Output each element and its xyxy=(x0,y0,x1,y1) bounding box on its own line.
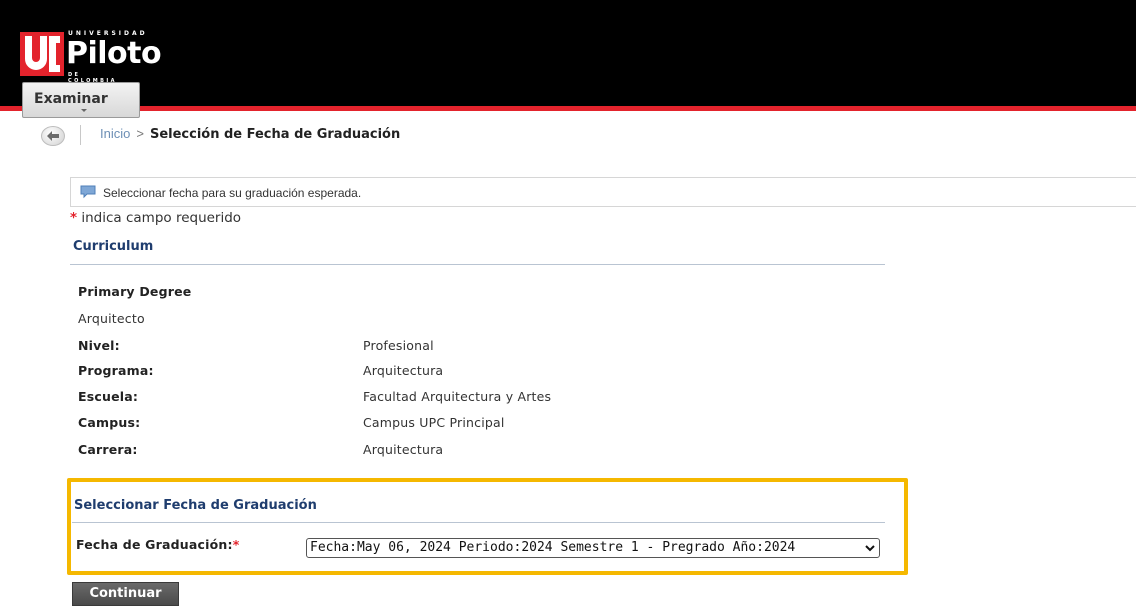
curriculum-value-nivel: Profesional xyxy=(363,338,434,353)
curriculum-divider xyxy=(70,264,885,265)
graduation-highlight-box xyxy=(67,478,908,575)
curriculum-label-carrera: Carrera: xyxy=(78,442,138,457)
breadcrumb-separator: > xyxy=(136,126,144,141)
required-note: * indica campo requerido xyxy=(70,210,241,226)
page-title: Selección de Fecha de Graduación xyxy=(149,127,401,142)
header-bar xyxy=(0,0,1136,106)
required-star: * xyxy=(232,537,240,552)
curriculum-label-campus: Campus: xyxy=(78,415,141,430)
breadcrumb-home-link[interactable]: Inicio xyxy=(100,126,130,141)
curriculum-heading: Curriculum xyxy=(73,239,154,254)
graduation-divider xyxy=(72,522,885,523)
examinar-label: Examinar xyxy=(34,91,108,107)
breadcrumb: Inicio > Selección de Fecha de Graduación xyxy=(100,126,400,142)
required-note-text: indica campo requerido xyxy=(81,210,242,226)
examinar-menu-button[interactable]: Examinar xyxy=(22,82,140,118)
chevron-down-icon xyxy=(81,109,87,112)
curriculum-label-escuela: Escuela: xyxy=(78,389,139,404)
curriculum-value-escuela: Facultad Arquitectura y Artes xyxy=(363,389,552,404)
info-message-box: Seleccionar fecha para su graduación esp… xyxy=(70,177,1136,207)
back-arrow-icon xyxy=(47,131,59,141)
graduation-date-selected-option: Fecha:May 06, 2024 Periodo:2024 Semestre… xyxy=(310,540,796,555)
curriculum-label-programa: Programa: xyxy=(78,363,154,378)
curriculum-value-campus: Campus UPC Principal xyxy=(363,415,505,430)
curriculum-label-nivel: Nivel: xyxy=(78,338,120,353)
back-button[interactable] xyxy=(41,126,65,146)
logo-name: Piloto xyxy=(66,36,162,71)
primary-degree-heading: Primary Degree xyxy=(78,284,192,299)
chevron-down-icon xyxy=(865,545,875,552)
continue-button[interactable]: Continuar xyxy=(72,582,179,606)
breadcrumb-divider xyxy=(80,125,81,145)
required-star: * xyxy=(70,210,78,226)
message-icon xyxy=(80,185,96,199)
graduation-heading: Seleccionar Fecha de Graduación xyxy=(74,498,317,513)
graduation-date-label-text: Fecha de Graduación: xyxy=(76,537,233,552)
header-accent-line xyxy=(0,106,1136,111)
graduation-date-select[interactable]: Fecha:May 06, 2024 Periodo:2024 Semestre… xyxy=(306,538,880,558)
logo-mark-icon xyxy=(20,32,64,76)
graduation-date-label: Fecha de Graduación:* xyxy=(76,537,239,552)
info-message-text: Seleccionar fecha para su graduación esp… xyxy=(103,186,362,200)
curriculum-value-carrera: Arquitectura xyxy=(363,442,444,457)
curriculum-value-programa: Arquitectura xyxy=(363,363,444,378)
degree-name: Arquitecto xyxy=(78,311,145,326)
